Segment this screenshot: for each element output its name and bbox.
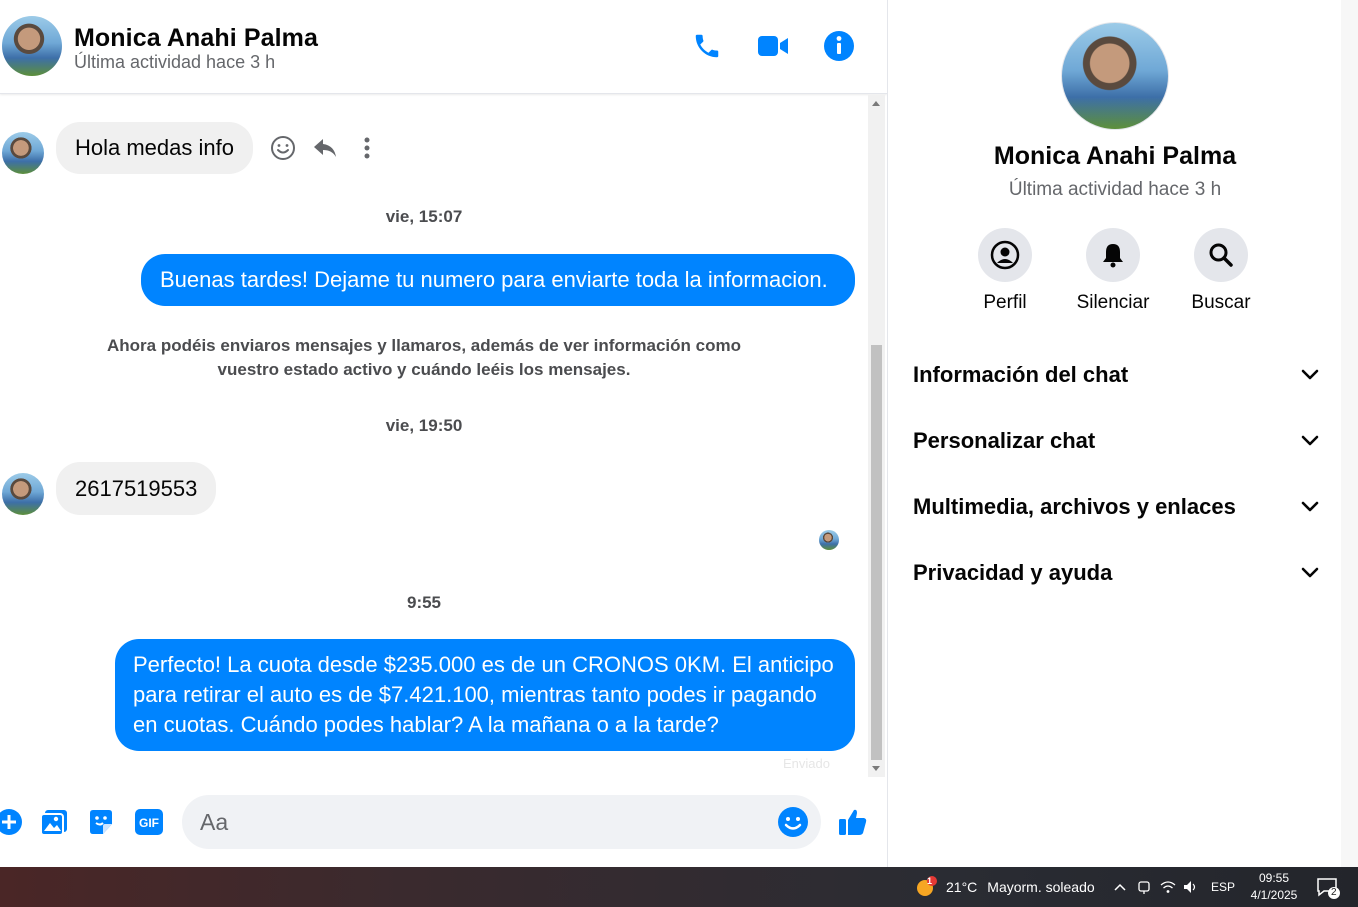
clock[interactable]: 09:55 4/1/2025 — [1246, 867, 1302, 907]
message-scrollbar[interactable] — [868, 95, 885, 777]
tray-app-icon[interactable] — [1137, 879, 1151, 895]
sidebar-scrollbar[interactable] — [1341, 0, 1358, 867]
chat-panel: Monica Anahi Palma Última actividad hace… — [0, 0, 887, 867]
sidebar-contact-name: Monica Anahi Palma — [993, 142, 1237, 170]
scroll-thumb[interactable] — [871, 345, 882, 760]
video-icon[interactable] — [755, 28, 791, 64]
chat-header: Monica Anahi Palma Última actividad hace… — [0, 0, 887, 94]
outgoing-message[interactable]: Buenas tardes! Dejame tu numero para env… — [141, 254, 855, 306]
section-privacy-help[interactable]: Privacidad y ayuda — [913, 553, 1319, 593]
privacy-notice: Ahora podéis enviaros mensajes y llamaro… — [107, 336, 741, 379]
system-tray: ESP — [1113, 867, 1235, 907]
section-label: Información del chat — [913, 362, 1129, 387]
volume-icon[interactable] — [1183, 880, 1199, 894]
bell-icon[interactable] — [1086, 228, 1140, 282]
scroll-down-arrow-icon[interactable] — [872, 766, 880, 771]
profile-action[interactable]: Perfil — [950, 228, 1060, 314]
wifi-icon[interactable] — [1160, 880, 1176, 894]
chevron-up-icon[interactable] — [1113, 882, 1127, 892]
plus-icon[interactable] — [0, 805, 26, 839]
search-action[interactable]: Buscar — [1166, 228, 1276, 314]
sidebar-avatar[interactable] — [1061, 22, 1169, 130]
search-icon[interactable] — [1194, 228, 1248, 282]
outgoing-message[interactable]: Perfecto! La cuota desde $235.000 es de … — [115, 639, 855, 751]
messenger-app: Monica Anahi Palma Última actividad hace… — [0, 0, 1358, 867]
weather-temperature: 21°C — [946, 879, 978, 895]
contact-name[interactable]: Monica Anahi Palma — [74, 24, 318, 53]
section-media-files-links[interactable]: Multimedia, archivos y enlaces — [913, 487, 1319, 527]
weather-badge: 1 — [927, 876, 933, 886]
photo-icon[interactable] — [37, 805, 71, 839]
section-label: Multimedia, archivos y enlaces — [913, 494, 1236, 519]
message-input-placeholder: Aa — [200, 808, 229, 835]
contact-status: Última actividad hace 3 h — [74, 52, 276, 72]
profile-icon[interactable] — [978, 228, 1032, 282]
search-label: Buscar — [1191, 292, 1251, 313]
timestamp-separator: 9:55 — [406, 593, 442, 612]
more-options-icon[interactable] — [352, 133, 382, 163]
seen-indicator-avatar — [819, 530, 839, 550]
mute-label: Silenciar — [1076, 292, 1150, 313]
timestamp-separator: vie, 15:07 — [385, 207, 463, 226]
reply-icon[interactable] — [310, 133, 340, 163]
weather-widget[interactable]: 1 21°C Mayorm. soleado — [914, 867, 1095, 907]
chevron-down-icon — [1301, 435, 1319, 446]
chevron-down-icon — [1301, 567, 1319, 578]
phone-icon[interactable] — [689, 28, 725, 64]
emoji-icon[interactable] — [777, 806, 809, 838]
section-chat-info[interactable]: Información del chat — [913, 355, 1319, 395]
sticker-icon[interactable] — [84, 805, 118, 839]
weather-sun-icon — [917, 876, 937, 896]
message-avatar[interactable] — [2, 473, 44, 515]
incoming-message[interactable]: 2617519553 — [56, 462, 217, 515]
weather-description: Mayorm. soleado — [987, 879, 1095, 895]
mute-action[interactable]: Silenciar — [1058, 228, 1168, 314]
message-avatar[interactable] — [2, 132, 44, 174]
gif-label: GIF — [139, 816, 159, 830]
info-icon[interactable] — [821, 28, 857, 64]
notification-count-badge: 2 — [1328, 887, 1340, 899]
chat-info-sidebar: Monica Anahi Palma Última actividad hace… — [887, 0, 1341, 867]
scroll-up-arrow-icon[interactable] — [872, 101, 880, 106]
section-customize-chat[interactable]: Personalizar chat — [913, 421, 1319, 461]
gif-icon[interactable]: GIF — [132, 805, 166, 839]
sent-status-label: Enviado — [783, 756, 830, 771]
thumbs-up-icon[interactable] — [836, 805, 870, 839]
clock-date: 4/1/2025 — [1250, 888, 1298, 902]
clock-time: 09:55 — [1258, 871, 1290, 885]
composer-bar: GIF Aa — [0, 783, 887, 863]
react-emoji-icon[interactable] — [268, 133, 298, 163]
windows-taskbar: 1 21°C Mayorm. soleado ESP 09:55 4/1/202… — [0, 867, 1358, 907]
chevron-down-icon — [1301, 369, 1319, 380]
section-label: Privacidad y ayuda — [913, 560, 1113, 585]
notifications-icon[interactable]: 2 — [1316, 867, 1340, 907]
message-list: Hola medas info vie, 15:07 Buenas tardes… — [0, 95, 868, 775]
contact-avatar[interactable] — [2, 16, 62, 76]
chevron-down-icon — [1301, 501, 1319, 512]
sidebar-contact-status: Última actividad hace 3 h — [1008, 179, 1222, 200]
language-indicator[interactable]: ESP — [1211, 880, 1235, 894]
profile-label: Perfil — [983, 292, 1027, 313]
incoming-message[interactable]: Hola medas info — [56, 122, 253, 174]
section-label: Personalizar chat — [913, 428, 1096, 453]
message-input[interactable]: Aa — [182, 795, 821, 849]
timestamp-separator: vie, 19:50 — [385, 416, 463, 435]
